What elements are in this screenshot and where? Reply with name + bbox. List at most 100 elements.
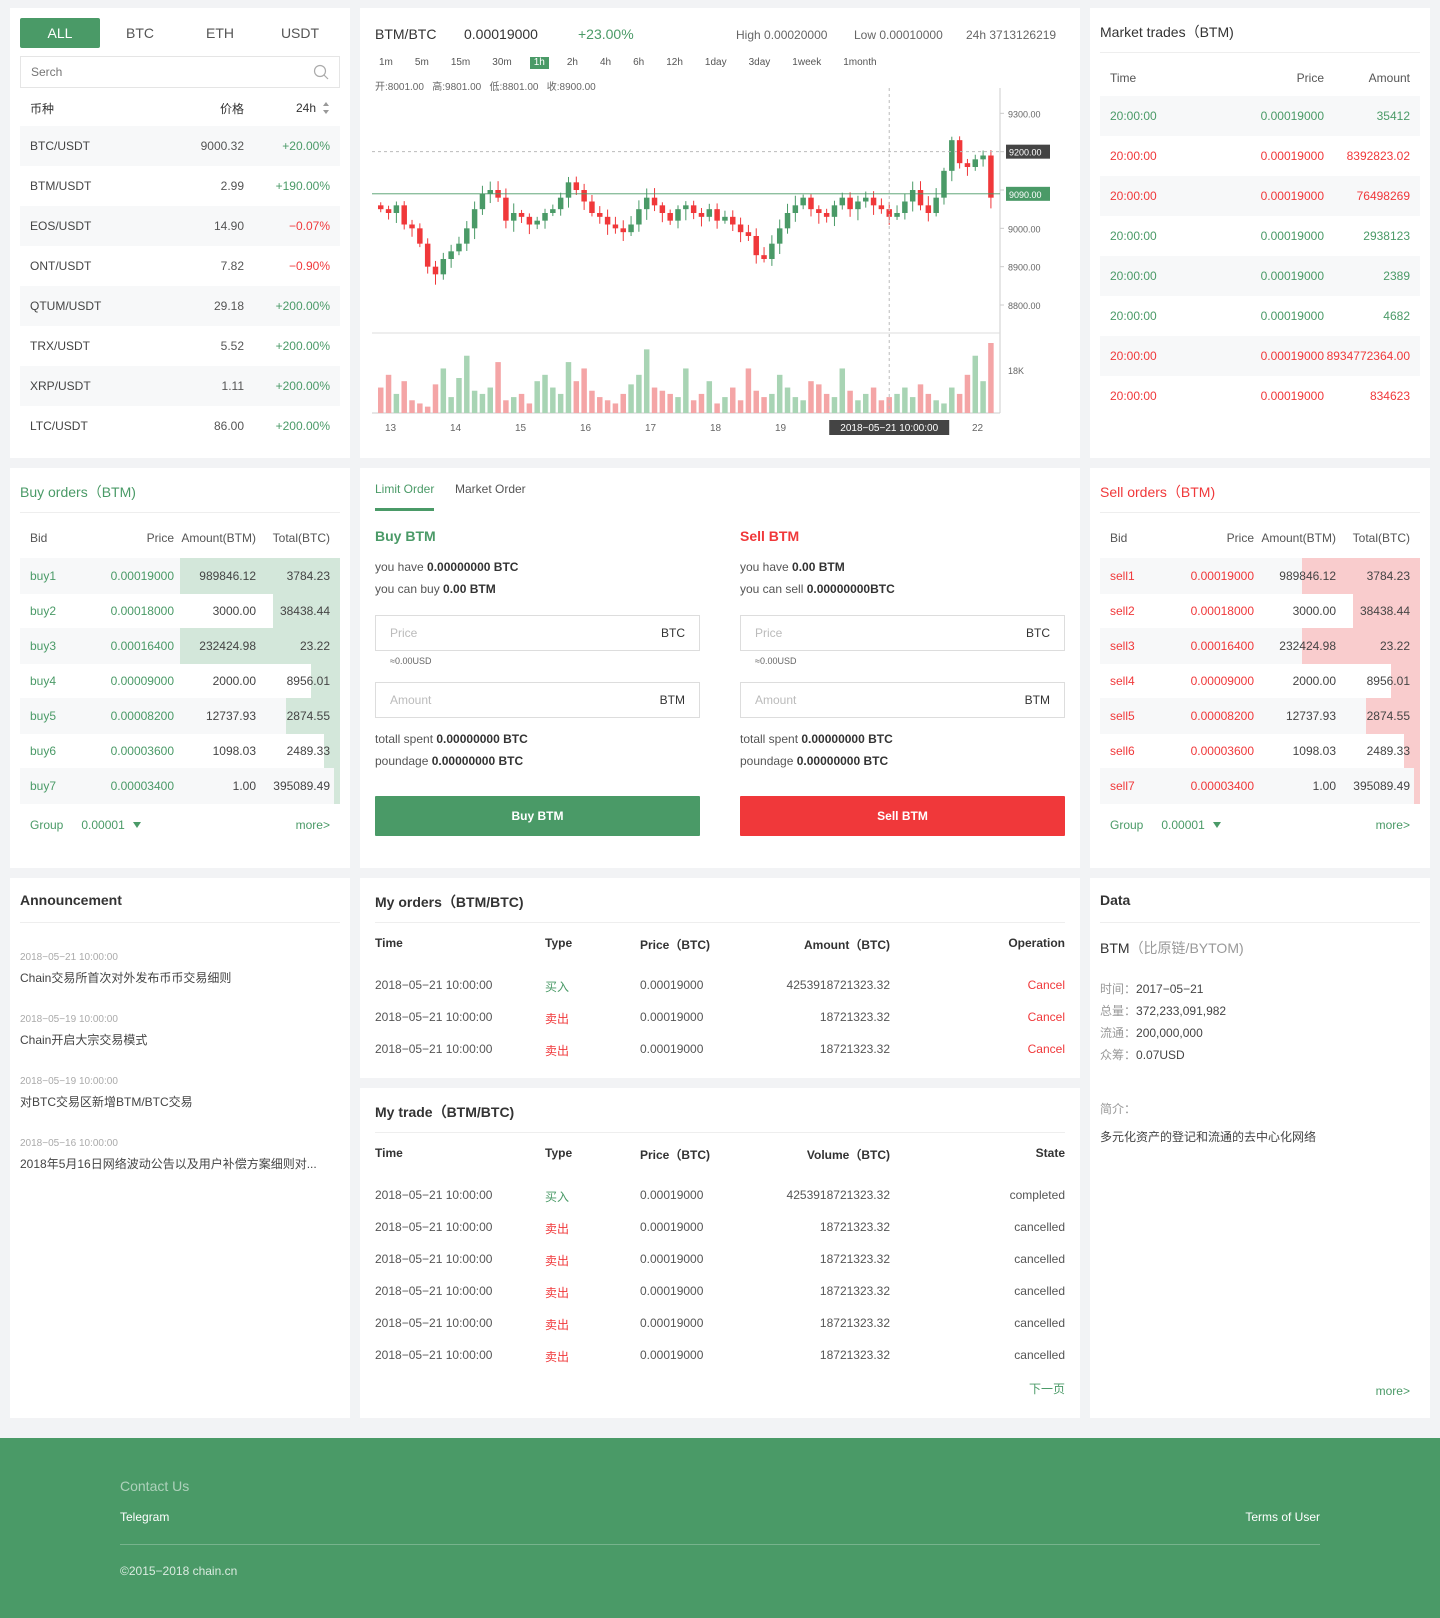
order-book-row[interactable]: sell6 0.00003600 1098.03 2489.33 (1100, 733, 1420, 769)
candle-body (933, 197, 939, 213)
order-price: 0.00003600 (1190, 744, 1254, 758)
market-row[interactable]: TRX/USDT 5.52 +200.00% (20, 326, 340, 366)
order-price: 0.00003400 (110, 779, 174, 793)
order-book-row[interactable]: buy6 0.00003600 1098.03 2489.33 (20, 733, 340, 769)
search-input[interactable] (31, 65, 313, 79)
tab-eth[interactable]: ETH (180, 18, 260, 48)
tab-usdt[interactable]: USDT (260, 18, 340, 48)
tab-limit-order[interactable]: Limit Order (375, 482, 435, 511)
order-book-row[interactable]: buy1 0.00019000 989846.12 3784.23 (20, 558, 340, 594)
tab-market-order[interactable]: Market Order (455, 482, 526, 496)
table-cell: 0.00019000 (640, 1348, 704, 1362)
tab-all[interactable]: ALL (20, 18, 100, 48)
candle-body (542, 213, 548, 221)
timeframe-1day[interactable]: 1day (701, 57, 731, 69)
timeframe-1m[interactable]: 1m (375, 57, 397, 69)
cancel-button[interactable]: Cancel (945, 978, 1065, 992)
x-tick-label: 19 (775, 423, 787, 434)
timeframe-5m[interactable]: 5m (411, 57, 433, 69)
volume-bar (925, 393, 932, 413)
volume-bar (495, 362, 501, 413)
timeframe-15m[interactable]: 15m (447, 57, 474, 69)
sell-fee-value: 0.00000000 BTC (796, 754, 889, 768)
candlestick-chart[interactable]: 9300.009200.009100.009000.008900.008800.… (360, 88, 1080, 448)
timeframe-2h[interactable]: 2h (563, 57, 582, 69)
volume-bar (941, 403, 947, 413)
trade-price: 0.00019000 (1260, 349, 1324, 363)
timeframe-3day[interactable]: 3day (745, 57, 775, 69)
sell-group-selector[interactable]: Group 0.00001 (1110, 818, 1221, 832)
caret-down-icon[interactable] (132, 822, 141, 828)
footer-telegram-link[interactable]: Telegram (120, 1510, 169, 1524)
timeframe-12h[interactable]: 12h (662, 57, 687, 69)
buy-group-selector[interactable]: Group 0.00001 (30, 818, 141, 832)
coin-more-link[interactable]: more> (1376, 1384, 1410, 1398)
volume-bar (526, 403, 533, 413)
candle-body (706, 209, 713, 217)
table-cell: 买入 (545, 980, 570, 994)
timeframe-1h[interactable]: 1h (529, 57, 549, 69)
header-change[interactable]: 24h (296, 90, 330, 126)
sell-price-field[interactable]: Price BTC (740, 615, 1065, 651)
trade-row: 20:00:00 0.00019000 2938123 (1100, 216, 1420, 256)
cancel-button[interactable]: Cancel (945, 1042, 1065, 1056)
buy-button[interactable]: Buy BTM (375, 796, 700, 836)
market-row[interactable]: ONT/USDT 7.82 −0.90% (20, 246, 340, 286)
sell-button[interactable]: Sell BTM (740, 796, 1065, 836)
buy-more-link[interactable]: more> (296, 818, 330, 832)
order-book-row[interactable]: buy5 0.00008200 12737.93 2874.55 (20, 698, 340, 734)
buy-amount-field[interactable]: Amount BTM (375, 682, 700, 718)
market-change: +200.00% (275, 379, 330, 393)
tab-btc[interactable]: BTC (100, 18, 180, 48)
volume-bar (769, 393, 775, 413)
market-row[interactable]: LTC/USDT 86.00 +200.00% (20, 406, 340, 446)
table-cell: 18721323.32 (819, 1010, 890, 1024)
column-header: State (1035, 1146, 1065, 1160)
timeframe-bar: 1m 5m 15m 30m 1h 2h 4h 6h 12h 1day 3day 1week 1month (375, 54, 895, 69)
timeframe-30m[interactable]: 30m (488, 57, 515, 69)
order-book-row[interactable]: sell1 0.00019000 989846.12 3784.23 (1100, 558, 1420, 594)
timeframe-1week[interactable]: 1week (788, 57, 825, 69)
volume-bar (432, 384, 439, 413)
volume-bar (909, 397, 916, 413)
market-row[interactable]: QTUM/USDT 29.18 +200.00% (20, 286, 340, 326)
order-book-row[interactable]: buy7 0.00003400 1.00 395089.49 (20, 768, 340, 804)
sell-more-link[interactable]: more> (1376, 818, 1410, 832)
volume-bar (800, 400, 806, 413)
my-trade-panel: My trade（BTM/BTC) Time Type Price（BTC) Volu… (360, 1088, 1080, 1418)
sell-amount-field[interactable]: Amount BTM (740, 682, 1065, 718)
next-page-link[interactable]: 下一页 (1029, 1380, 1065, 1397)
candle-body (636, 209, 642, 225)
market-row[interactable]: XRP/USDT 1.11 +200.00% (20, 366, 340, 406)
announcement-item[interactable]: 2018−05−19 10:00:00 Chain开启大宗交易模式 (20, 1014, 340, 1048)
order-book-row[interactable]: buy4 0.00009000 2000.00 8956.01 (20, 663, 340, 699)
footer-terms-link[interactable]: Terms of User (1245, 1510, 1320, 1524)
order-level: buy7 (30, 779, 57, 793)
order-book-row[interactable]: sell5 0.00008200 12737.93 2874.55 (1100, 698, 1420, 734)
timeframe-1month[interactable]: 1month (839, 57, 880, 69)
market-change: −0.90% (288, 259, 330, 273)
order-book-row[interactable]: buy2 0.00018000 3000.00 38438.44 (20, 593, 340, 629)
trade-amount: 4682 (1383, 309, 1410, 323)
timeframe-4h[interactable]: 4h (596, 57, 615, 69)
timeframe-6h[interactable]: 6h (629, 57, 648, 69)
announcement-item[interactable]: 2018−05−21 10:00:00 Chain交易所首次对外发布币币交易细则 (20, 952, 340, 986)
order-book-row[interactable]: sell2 0.00018000 3000.00 38438.44 (1100, 593, 1420, 629)
order-price: 0.00018000 (1190, 604, 1254, 618)
order-book-row[interactable]: sell4 0.00009000 2000.00 8956.01 (1100, 663, 1420, 699)
caret-down-icon[interactable] (1212, 822, 1221, 828)
market-pair: XRP/USDT (30, 379, 91, 393)
announcement-item[interactable]: 2018−05−19 10:00:00 对BTC交易区新增BTM/BTC交易 (20, 1076, 340, 1110)
buy-price-field[interactable]: Price BTC (375, 615, 700, 651)
announcement-item[interactable]: 2018−05−16 10:00:00 2018年5月16日网络波动公告以及用户补… (20, 1138, 340, 1172)
search-icon[interactable] (313, 64, 329, 80)
candle-body (988, 155, 994, 198)
order-book-row[interactable]: sell7 0.00003400 1.00 395089.49 (1100, 768, 1420, 804)
order-book-row[interactable]: sell3 0.00016400 232424.98 23.22 (1100, 628, 1420, 664)
sort-icon[interactable] (322, 101, 330, 115)
cancel-button[interactable]: Cancel (945, 1010, 1065, 1024)
order-book-row[interactable]: buy3 0.00016400 232424.98 23.22 (20, 628, 340, 664)
market-row[interactable]: EOS/USDT 14.90 −0.07% (20, 206, 340, 246)
market-row[interactable]: BTM/USDT 2.99 +190.00% (20, 166, 340, 206)
market-row[interactable]: BTC/USDT 9000.32 +20.00% (20, 126, 340, 166)
